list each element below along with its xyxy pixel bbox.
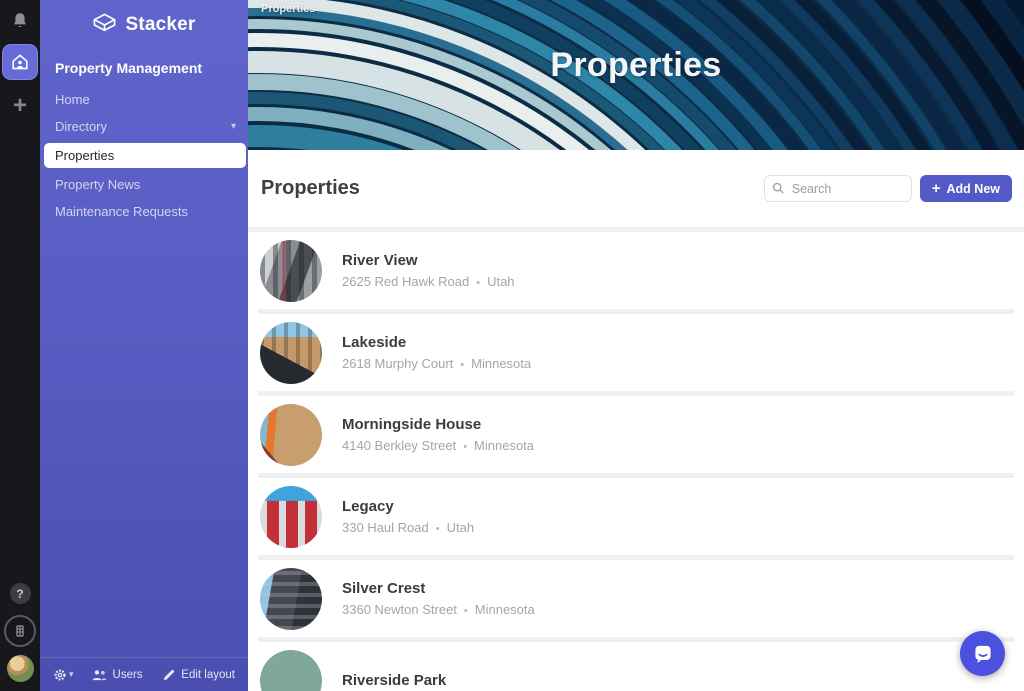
edit-layout-label: Edit layout: [181, 669, 235, 681]
app-window: + ? Stacker Property Management Home Dir…: [0, 0, 1024, 691]
toolbar-actions: + Add New: [764, 175, 1012, 202]
search-icon: [771, 181, 785, 195]
property-photo: [260, 322, 322, 384]
sidebar-item-property-news[interactable]: Property News: [40, 172, 248, 197]
property-row-riverside-park[interactable]: Riverside Park: [258, 642, 1014, 691]
notifications-bell-icon[interactable]: [10, 11, 30, 31]
sidebar-item-label: Property News: [55, 177, 140, 192]
sidebar-item-directory[interactable]: Directory ▾: [40, 114, 248, 139]
property-photo: [260, 404, 322, 466]
page-title: Properties: [261, 177, 360, 200]
hero-title: Properties: [248, 46, 1024, 85]
hero-banner: Properties Properties: [248, 0, 1024, 150]
property-street: 330 Haul Road: [342, 520, 429, 535]
house-person-icon: [10, 52, 30, 72]
dot-separator: •: [476, 277, 480, 289]
sidebar-item-label: Properties: [55, 148, 114, 163]
sidebar-item-home[interactable]: Home: [40, 87, 248, 112]
property-name: Lakeside: [342, 334, 531, 351]
property-state: Minnesota: [471, 356, 531, 371]
sidebar-section-title: Property Management: [40, 51, 248, 86]
property-text: River View 2625 Red Hawk Road • Utah: [342, 252, 515, 289]
property-photo: [260, 568, 322, 630]
property-state: Utah: [447, 520, 474, 535]
property-name: River View: [342, 252, 515, 269]
dot-separator: •: [463, 441, 467, 453]
property-photo: [260, 486, 322, 548]
property-state: Utah: [487, 274, 514, 289]
add-app-plus-icon[interactable]: +: [13, 96, 27, 116]
app-sidebar: Stacker Property Management Home Directo…: [40, 0, 248, 691]
property-street: 2618 Murphy Court: [342, 356, 453, 371]
search-input[interactable]: [764, 175, 912, 202]
property-photo: [260, 240, 322, 302]
stacker-box-icon: [92, 12, 117, 37]
main-content: Properties Properties Properties + Add N…: [248, 0, 1024, 691]
property-row-morningside-house[interactable]: Morningside House 4140 Berkley Street • Mi…: [258, 396, 1014, 478]
sidebar-item-maintenance-requests[interactable]: Maintenance Requests: [40, 199, 248, 224]
property-subtitle: 4140 Berkley Street • Minnesota: [342, 438, 534, 453]
help-icon[interactable]: ?: [10, 583, 31, 604]
property-street: 3360 Newton Street: [342, 602, 457, 617]
property-row-lakeside[interactable]: Lakeside 2618 Murphy Court • Minnesota: [258, 314, 1014, 396]
sidebar-item-properties[interactable]: Properties: [44, 143, 246, 168]
stacker-logo[interactable]: Stacker: [40, 0, 248, 51]
users-button[interactable]: Users: [91, 669, 143, 681]
chat-bubble-icon: [970, 641, 996, 667]
breadcrumb[interactable]: Properties: [261, 3, 315, 15]
property-text: Riverside Park: [342, 672, 446, 689]
edit-layout-button[interactable]: Edit layout: [163, 669, 235, 681]
settings-menu-button[interactable]: ▾: [53, 668, 74, 682]
sidebar-item-label: Home: [55, 92, 90, 107]
logo-text: Stacker: [125, 14, 195, 36]
add-new-label: Add New: [947, 182, 1000, 196]
property-name: Riverside Park: [342, 672, 446, 689]
chevron-down-icon: ▾: [69, 669, 74, 680]
property-text: Legacy 330 Haul Road • Utah: [342, 498, 474, 535]
pencil-icon: [163, 669, 175, 681]
sidebar-footer-left: ▾ Users: [53, 668, 143, 682]
chat-launcher-button[interactable]: [960, 631, 1005, 676]
dot-separator: •: [464, 605, 468, 617]
property-subtitle: 330 Haul Road • Utah: [342, 520, 474, 535]
property-street: 4140 Berkley Street: [342, 438, 456, 453]
property-text: Silver Crest 3360 Newton Street • Minnesot…: [342, 580, 535, 617]
plus-icon: +: [932, 181, 941, 196]
workspace-rail: + ?: [0, 0, 40, 691]
property-subtitle: 2625 Red Hawk Road • Utah: [342, 274, 515, 289]
properties-list: River View 2625 Red Hawk Road • Utah Lakes…: [248, 227, 1024, 691]
building-icon: [12, 623, 28, 639]
property-text: Morningside House 4140 Berkley Street • Mi…: [342, 416, 534, 453]
property-subtitle: 2618 Murphy Court • Minnesota: [342, 356, 531, 371]
workspace-building-icon[interactable]: [4, 615, 36, 647]
property-app-icon[interactable]: [2, 44, 38, 80]
list-toolbar: Properties + Add New: [248, 150, 1024, 227]
gear-icon: [53, 668, 67, 682]
sidebar-item-label: Maintenance Requests: [55, 204, 188, 219]
property-state: Minnesota: [474, 438, 534, 453]
property-name: Silver Crest: [342, 580, 535, 597]
property-name: Morningside House: [342, 416, 534, 433]
property-photo: [260, 650, 322, 691]
chevron-down-icon: ▾: [231, 121, 236, 132]
property-text: Lakeside 2618 Murphy Court • Minnesota: [342, 334, 531, 371]
property-name: Legacy: [342, 498, 474, 515]
dot-separator: •: [460, 359, 464, 371]
property-row-legacy[interactable]: Legacy 330 Haul Road • Utah: [258, 478, 1014, 560]
add-new-button[interactable]: + Add New: [920, 175, 1012, 202]
user-avatar[interactable]: [7, 655, 34, 682]
property-row-silver-crest[interactable]: Silver Crest 3360 Newton Street • Minnesot…: [258, 560, 1014, 642]
users-label: Users: [113, 669, 143, 681]
property-subtitle: 3360 Newton Street • Minnesota: [342, 602, 535, 617]
property-state: Minnesota: [475, 602, 535, 617]
property-street: 2625 Red Hawk Road: [342, 274, 469, 289]
dot-separator: •: [436, 523, 440, 535]
property-row-river-view[interactable]: River View 2625 Red Hawk Road • Utah: [258, 232, 1014, 314]
users-icon: [91, 669, 108, 681]
sidebar-footer: ▾ Users Edit layout: [40, 657, 248, 691]
sidebar-item-label: Directory: [55, 119, 107, 134]
search-box: [764, 175, 912, 202]
